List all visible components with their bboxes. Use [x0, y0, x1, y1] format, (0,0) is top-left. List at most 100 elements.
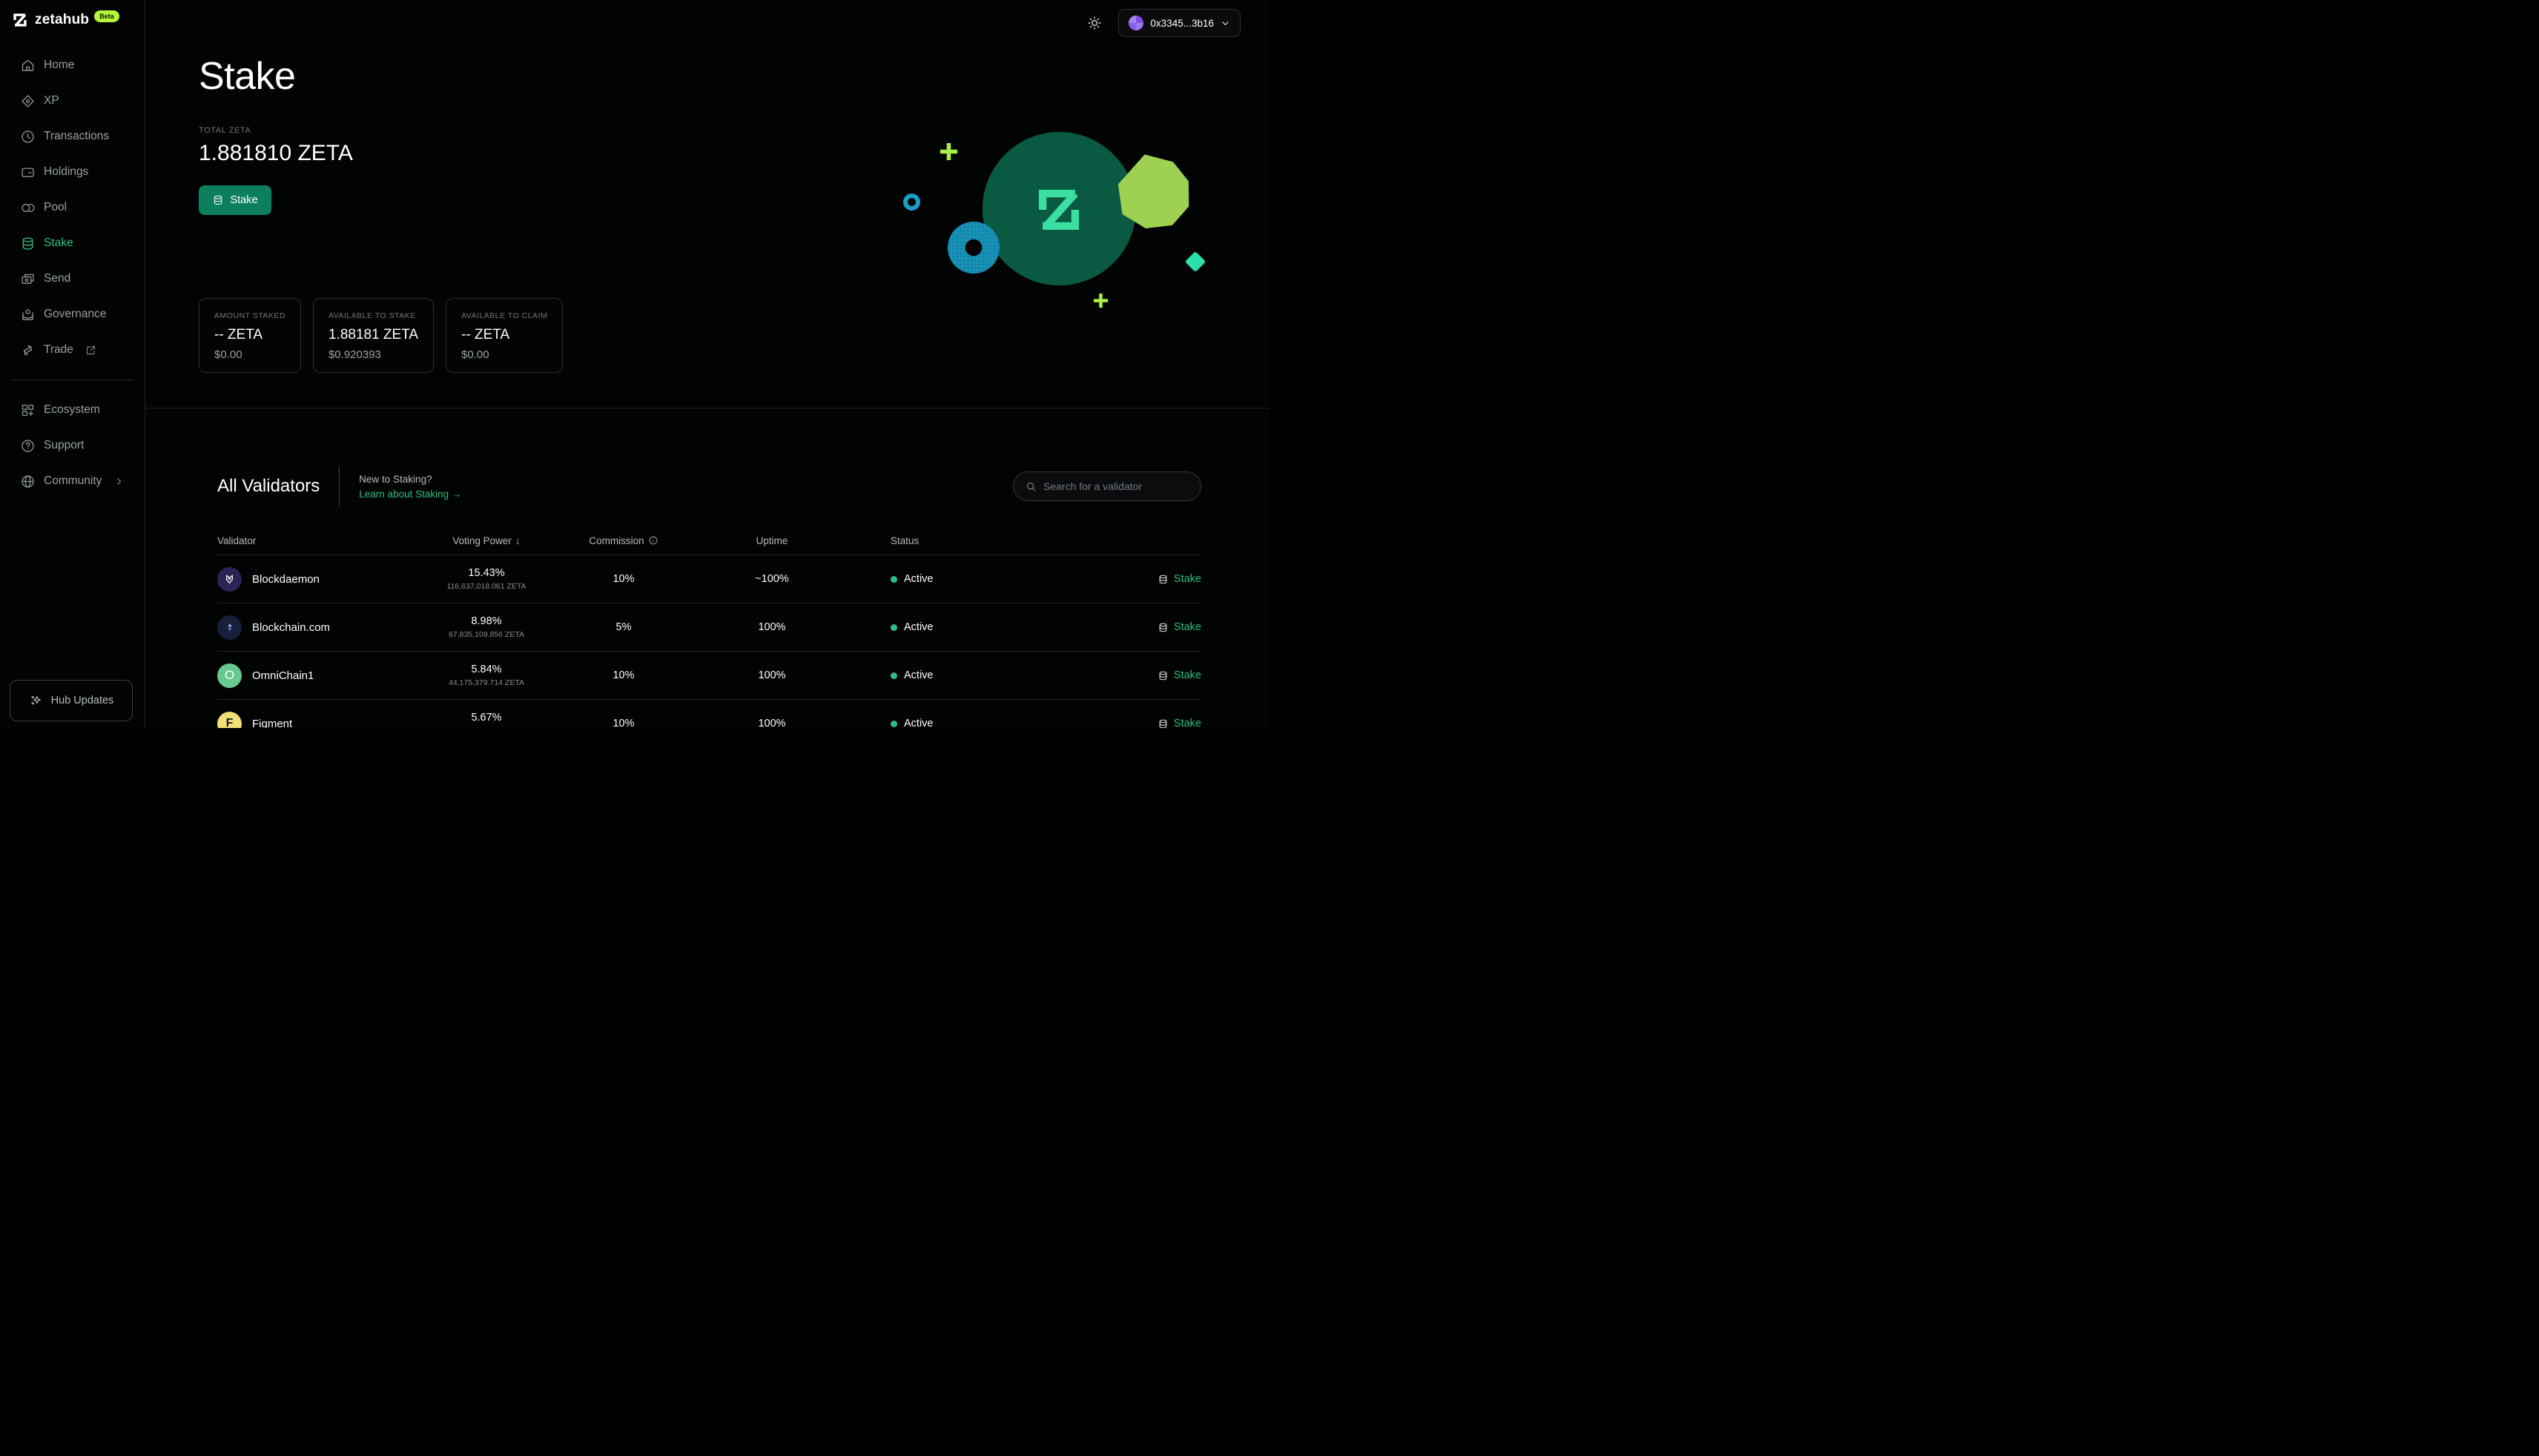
sidebar-item-trade[interactable]: Trade: [0, 332, 145, 368]
commission-cell: 5%: [557, 621, 690, 633]
hub-updates-label: Hub Updates: [51, 695, 114, 707]
database-icon: [20, 236, 36, 251]
uptime-cell: 100%: [690, 621, 854, 633]
blockchain-com-avatar: [217, 615, 242, 640]
sidebar-item-governance[interactable]: Governance: [0, 297, 145, 332]
uptime-cell: 100%: [690, 718, 854, 728]
sidebar-item-holdings[interactable]: Holdings: [0, 154, 145, 190]
sidebar: zetahub Beta Home XP Transactions Holdin…: [0, 0, 145, 728]
col-voting-power[interactable]: Voting Power↓: [416, 535, 557, 546]
stake-action-link[interactable]: Stake: [1039, 621, 1201, 633]
staking-help: New to Staking? Learn about Staking →: [359, 471, 461, 501]
trade-arrows-icon: [20, 343, 36, 358]
sidebar-item-label: Home: [44, 59, 74, 72]
status-dot: [891, 721, 897, 727]
sidebar-item-label: Transactions: [44, 130, 109, 143]
external-link-icon: [83, 345, 99, 356]
uptime-cell: ~100%: [690, 573, 854, 585]
stake-action-link[interactable]: Stake: [1039, 669, 1201, 681]
help-circle-icon: [20, 438, 36, 454]
card-label: AMOUNT STAKED: [214, 311, 285, 320]
cash-icon: [20, 271, 36, 287]
status-badge: Active: [904, 669, 934, 681]
sidebar-item-xp[interactable]: XP: [0, 83, 145, 119]
validator-cell: Blockdaemon: [217, 567, 416, 592]
sidebar-item-community[interactable]: Community: [0, 463, 145, 499]
chevron-down-icon: [1221, 19, 1230, 28]
stake-button[interactable]: Stake: [199, 185, 271, 215]
validators-title: All Validators: [217, 476, 320, 497]
brand-logo[interactable]: zetahub Beta: [0, 10, 145, 30]
status-badge: Active: [904, 573, 934, 585]
zeta-logo-graphic: [1029, 176, 1089, 243]
wallet-button[interactable]: 0x3345...3b16: [1118, 9, 1241, 37]
database-icon: [1158, 718, 1169, 729]
main-content: 0x3345...3b16 Stake TOTAL ZETA 1.881810 …: [145, 0, 1270, 728]
validators-table: Validator Voting Power↓ Commission Uptim…: [217, 526, 1201, 728]
card-value: -- ZETA: [214, 327, 285, 343]
wallet-address: 0x3345...3b16: [1150, 18, 1214, 29]
blockdaemon-logo-icon: [223, 573, 236, 586]
learn-about-staking-link[interactable]: Learn about Staking →: [359, 489, 461, 500]
status-dot: [891, 576, 897, 583]
stats-cards: AMOUNT STAKED -- ZETA $0.00 AVAILABLE TO…: [199, 298, 1201, 373]
sidebar-item-ecosystem[interactable]: Ecosystem: [0, 392, 145, 428]
col-validator: Validator: [217, 535, 416, 546]
commission-cell: 10%: [557, 573, 690, 585]
stake-action-link[interactable]: Stake: [1039, 573, 1201, 585]
clock-icon: [20, 129, 36, 145]
new-to-staking-text: New to Staking?: [359, 471, 461, 488]
stake-action-link[interactable]: Stake: [1039, 718, 1201, 728]
table-row: Blockdaemon 15.43% 116,637,018.061 ZETA …: [217, 555, 1201, 603]
sidebar-item-label: Trade: [44, 343, 73, 357]
available-to-claim-card: AVAILABLE TO CLAIM -- ZETA $0.00: [446, 298, 563, 373]
sidebar-item-label: Holdings: [44, 165, 88, 179]
card-icon: [20, 165, 36, 180]
sidebar-item-pool[interactable]: Pool: [0, 190, 145, 225]
database-icon: [1158, 574, 1169, 585]
zetahub-logo-icon: [10, 10, 30, 30]
wallet-avatar: [1129, 16, 1143, 30]
col-status: Status: [854, 535, 1039, 546]
brand-name: zetahub: [35, 12, 89, 28]
status-dot: [891, 624, 897, 631]
status-cell: Active: [854, 669, 1039, 681]
theme-toggle-button[interactable]: [1087, 16, 1102, 30]
xp-diamond-icon: [20, 93, 36, 109]
search-input[interactable]: [1043, 480, 1189, 492]
sidebar-item-label: Pool: [44, 201, 67, 214]
table-row: O OmniChain1 5.84% 44,175,379.714 ZETA 1…: [217, 652, 1201, 700]
sidebar-item-transactions[interactable]: Transactions: [0, 119, 145, 154]
validator-name: Blockdaemon: [252, 573, 320, 586]
available-to-stake-card: AVAILABLE TO STAKE 1.88181 ZETA $0.92039…: [313, 298, 434, 373]
globe-icon: [20, 474, 36, 489]
topbar: 0x3345...3b16: [1087, 9, 1241, 37]
table-row: Blockchain.com 8.98% 67,835,109.856 ZETA…: [217, 603, 1201, 652]
status-cell: Active: [854, 573, 1039, 585]
sidebar-item-home[interactable]: Home: [0, 47, 145, 83]
sidebar-item-send[interactable]: Send: [0, 261, 145, 297]
page-title: Stake: [199, 57, 1201, 96]
status-dot: [891, 672, 897, 679]
status-badge: Active: [904, 621, 934, 633]
database-icon: [1158, 670, 1169, 681]
info-icon[interactable]: [648, 535, 658, 546]
beta-badge: Beta: [94, 10, 119, 22]
amount-staked-card: AMOUNT STAKED -- ZETA $0.00: [199, 298, 301, 373]
search-icon: [1026, 481, 1037, 492]
validator-name: Blockchain.com: [252, 621, 330, 634]
sidebar-item-label: Stake: [44, 236, 73, 250]
sidebar-item-stake[interactable]: Stake: [0, 225, 145, 261]
grid-plus-icon: [20, 403, 36, 418]
validator-cell: Blockchain.com: [217, 615, 416, 640]
sidebar-item-label: Community: [44, 474, 102, 488]
diamond-shape-icon: [1185, 251, 1206, 272]
validators-header: All Validators New to Staking? Learn abo…: [217, 466, 1201, 506]
col-uptime: Uptime: [690, 535, 854, 546]
hub-updates-button[interactable]: Hub Updates: [10, 680, 133, 721]
card-label: AVAILABLE TO CLAIM: [461, 311, 547, 320]
commission-cell: 10%: [557, 669, 690, 681]
sidebar-item-support[interactable]: Support: [0, 428, 145, 463]
sort-desc-icon: ↓: [515, 535, 521, 546]
governance-icon: [20, 307, 36, 322]
